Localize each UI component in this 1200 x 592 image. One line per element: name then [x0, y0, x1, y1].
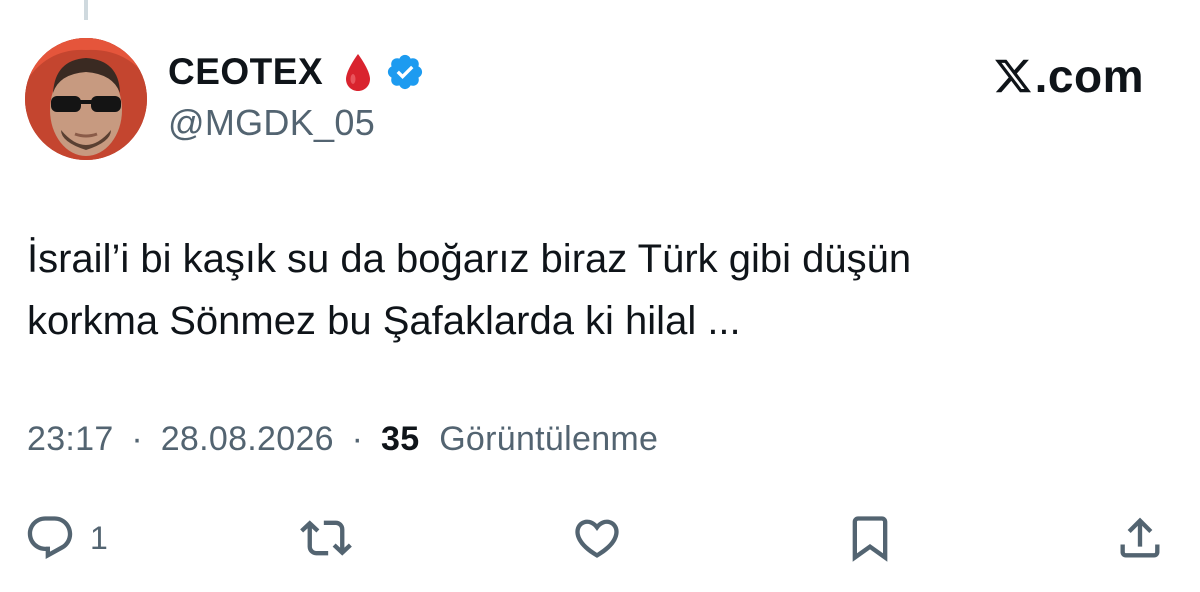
share-button[interactable]	[1114, 510, 1166, 566]
thread-connector-line	[84, 0, 88, 20]
tweet-text-line: korkma Sönmez bu Şafaklarda ki hilal ...	[27, 299, 741, 343]
like-button[interactable]	[571, 510, 623, 566]
like-icon	[575, 519, 619, 558]
retweet-button[interactable]	[300, 510, 352, 566]
x-com-label: .com	[1034, 50, 1144, 102]
x-com-branding: .com	[993, 50, 1144, 102]
views-count: 35	[381, 420, 420, 458]
bookmark-button[interactable]	[844, 510, 896, 566]
tweet-card: CEOTEX @MGDK_05 .com İsrail’i bi kaşık s…	[0, 0, 1200, 592]
verified-badge-icon[interactable]	[385, 52, 425, 92]
action-bar: 1	[0, 510, 1200, 570]
tweet-text-line: İsrail’i bi kaşık su da boğarız biraz Tü…	[27, 237, 912, 281]
reply-count: 1	[90, 519, 108, 556]
views-label: Görüntülenme	[439, 420, 659, 458]
x-logo-icon	[994, 59, 1031, 93]
meta-separator: ·	[131, 420, 143, 458]
reply-button[interactable]: 1	[24, 510, 108, 566]
retweet-icon	[300, 520, 352, 556]
drop-of-blood-icon	[346, 54, 371, 91]
meta-separator: ·	[351, 420, 364, 458]
bookmark-icon	[852, 516, 888, 562]
author-name-row: CEOTEX	[168, 50, 425, 94]
tweet-time[interactable]: 23:17	[27, 420, 114, 458]
tweet-date[interactable]: 28.08.2026	[161, 420, 334, 458]
reply-icon	[27, 516, 73, 560]
author-display-name[interactable]: CEOTEX	[168, 51, 323, 93]
avatar[interactable]	[25, 38, 147, 160]
author-handle[interactable]: @MGDK_05	[168, 102, 375, 144]
share-icon	[1120, 517, 1160, 558]
tweet-meta: 23:17 · 28.08.2026 · 35 Görüntülenme	[27, 420, 658, 459]
tweet-text: İsrail’i bi kaşık su da boğarız biraz Tü…	[27, 228, 1167, 352]
